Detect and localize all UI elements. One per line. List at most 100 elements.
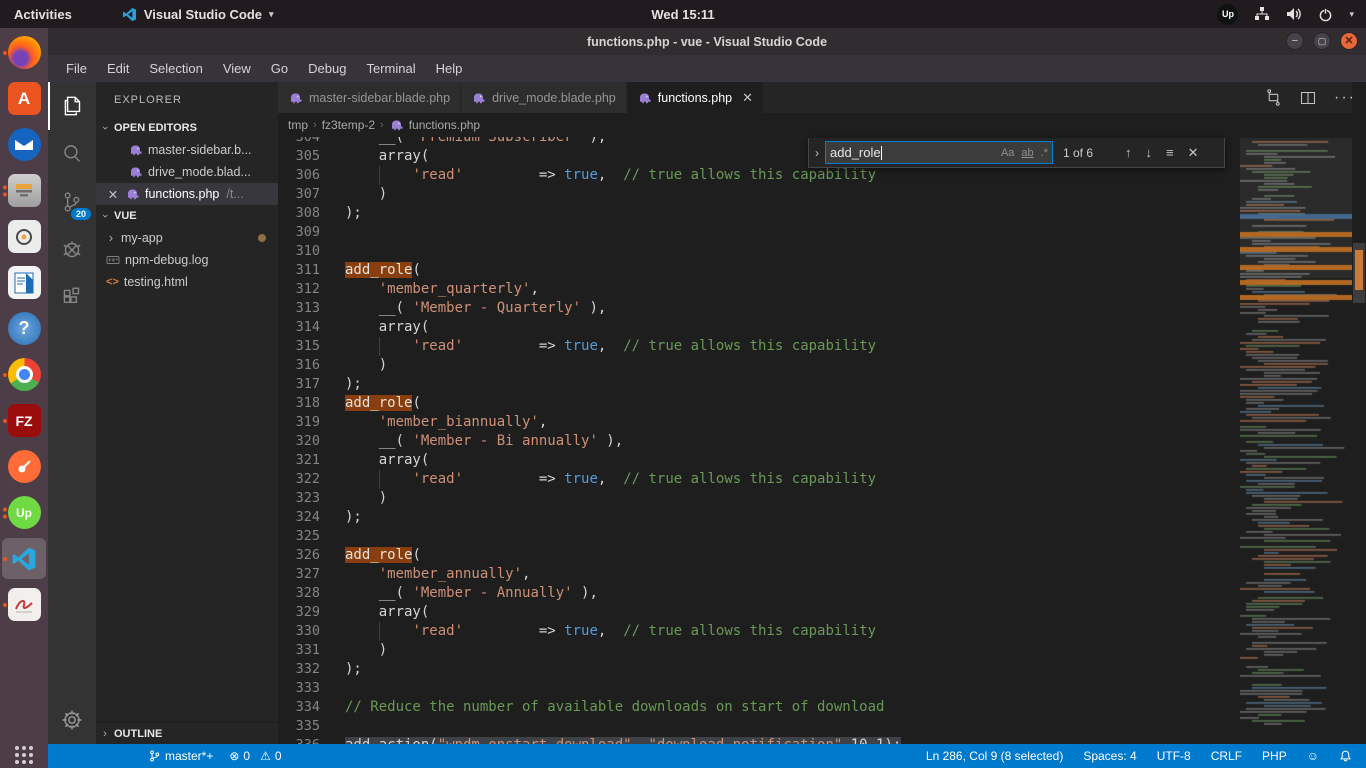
debug-icon[interactable] bbox=[48, 226, 96, 274]
find-in-selection-icon[interactable]: ≡ bbox=[1166, 145, 1174, 160]
code-line[interactable]: 321 array( bbox=[278, 451, 1240, 470]
code-line[interactable]: 330 'read' => true, // true allows this … bbox=[278, 622, 1240, 641]
breadcrumb-item-functions.php[interactable]: functions.php bbox=[409, 118, 480, 132]
feedback-smiley-icon[interactable]: ☺ bbox=[1307, 749, 1319, 763]
code-line[interactable]: 325 bbox=[278, 527, 1240, 546]
git-branch-item[interactable]: master*+ bbox=[148, 749, 213, 763]
language-item[interactable]: PHP bbox=[1262, 749, 1287, 763]
regex-icon[interactable]: .* bbox=[1041, 147, 1048, 159]
match-case-icon[interactable]: Aa bbox=[1001, 147, 1014, 159]
dock-vscode[interactable] bbox=[2, 538, 46, 579]
menu-debug[interactable]: Debug bbox=[298, 55, 356, 82]
show-applications-button[interactable] bbox=[0, 742, 48, 768]
outline-header[interactable]: › OUTLINE bbox=[96, 722, 278, 744]
code-line[interactable]: 316 ) bbox=[278, 356, 1240, 375]
tab-close-icon[interactable]: ✕ bbox=[742, 90, 753, 106]
next-match-icon[interactable]: ↓ bbox=[1146, 145, 1153, 160]
code-line[interactable]: 318add_role( bbox=[278, 394, 1240, 413]
minimize-button[interactable]: − bbox=[1286, 32, 1304, 50]
volume-tray-icon[interactable] bbox=[1286, 7, 1302, 21]
open-editor-master-sidebar.b...[interactable]: master-sidebar.b... bbox=[96, 139, 278, 161]
dock-thunderbird[interactable] bbox=[2, 124, 46, 165]
code-line[interactable]: 326add_role( bbox=[278, 546, 1240, 565]
menu-file[interactable]: File bbox=[56, 55, 97, 82]
power-tray-icon[interactable] bbox=[1318, 7, 1333, 22]
code-line[interactable]: 331 ) bbox=[278, 641, 1240, 660]
code-line[interactable]: 310 bbox=[278, 242, 1240, 261]
dock-upwork[interactable]: Up bbox=[2, 492, 46, 533]
close-editor-icon[interactable]: ✕ bbox=[106, 187, 120, 202]
code-line[interactable]: 327 'member_annually', bbox=[278, 565, 1240, 584]
system-menu-caret-icon[interactable]: ▾ bbox=[1349, 9, 1354, 20]
dock-filezilla[interactable]: FZ bbox=[2, 400, 46, 441]
code-line[interactable]: 311add_role( bbox=[278, 261, 1240, 280]
network-tray-icon[interactable] bbox=[1254, 7, 1270, 21]
code-line[interactable]: 319 'member_biannually', bbox=[278, 413, 1240, 432]
code-line[interactable]: 323 ) bbox=[278, 489, 1240, 508]
find-input[interactable]: add_role Aa ab .* bbox=[825, 141, 1053, 164]
tree-item-my-app[interactable]: ›my-app bbox=[96, 227, 278, 249]
open-editors-header[interactable]: › OPEN EDITORS bbox=[96, 117, 278, 139]
open-editor-functions.php[interactable]: ✕functions.php/t... bbox=[96, 183, 278, 205]
breadcrumb-item-tmp[interactable]: tmp bbox=[288, 118, 308, 132]
code-line[interactable]: 307 ) bbox=[278, 185, 1240, 204]
menu-view[interactable]: View bbox=[213, 55, 261, 82]
tab-master-sidebar.blade.php[interactable]: master-sidebar.blade.php bbox=[278, 82, 461, 113]
code-line[interactable]: 317); bbox=[278, 375, 1240, 394]
dock-sketch-app[interactable] bbox=[2, 584, 46, 625]
close-find-icon[interactable]: ✕ bbox=[1188, 145, 1199, 161]
dock-firefox[interactable] bbox=[2, 32, 46, 73]
menu-edit[interactable]: Edit bbox=[97, 55, 139, 82]
cursor-position-item[interactable]: Ln 286, Col 9 (8 selected) bbox=[926, 749, 1063, 763]
close-button[interactable]: ✕ bbox=[1340, 32, 1358, 50]
code-line[interactable]: 322 'read' => true, // true allows this … bbox=[278, 470, 1240, 489]
open-changes-icon[interactable] bbox=[1265, 89, 1282, 106]
code-line[interactable]: 333 bbox=[278, 679, 1240, 698]
breadcrumb-item-fz3temp-2[interactable]: fz3temp-2 bbox=[322, 118, 375, 132]
code-line[interactable]: 309 bbox=[278, 223, 1240, 242]
window-titlebar[interactable]: functions.php - vue - Visual Studio Code… bbox=[48, 28, 1366, 55]
minimap[interactable] bbox=[1240, 137, 1352, 744]
find-expand-icon[interactable]: › bbox=[809, 146, 825, 160]
breadcrumb[interactable]: tmp›fz3temp-2›functions.php bbox=[278, 113, 1240, 137]
menu-selection[interactable]: Selection bbox=[139, 55, 212, 82]
app-menu[interactable]: Visual Studio Code ▾ bbox=[122, 7, 274, 22]
whole-word-icon[interactable]: ab bbox=[1021, 147, 1033, 159]
split-editor-icon[interactable] bbox=[1300, 90, 1316, 106]
problems-item[interactable]: ⊗0 ⚠0 bbox=[229, 749, 281, 763]
explorer-icon[interactable] bbox=[48, 82, 96, 130]
tab-drive_mode.blade.php[interactable]: drive_mode.blade.php bbox=[461, 82, 627, 113]
tree-item-npm-debug.log[interactable]: npm-debug.log bbox=[96, 249, 278, 271]
project-section-header[interactable]: › VUE bbox=[96, 205, 278, 227]
notifications-bell-icon[interactable] bbox=[1339, 749, 1352, 763]
dock-files[interactable] bbox=[2, 170, 46, 211]
code-line[interactable]: 332); bbox=[278, 660, 1240, 679]
code-line[interactable]: 320 __( 'Member - Bi annually' ), bbox=[278, 432, 1240, 451]
open-editor-drive_mode.blad...[interactable]: drive_mode.blad... bbox=[96, 161, 278, 183]
tab-functions.php[interactable]: functions.php✕ bbox=[627, 82, 764, 113]
code-line[interactable]: 312 'member_quarterly', bbox=[278, 280, 1240, 299]
upwork-tray-icon[interactable]: Up bbox=[1217, 4, 1238, 25]
code-line[interactable]: 334// Reduce the number of available dow… bbox=[278, 698, 1240, 717]
dock-chrome[interactable] bbox=[2, 354, 46, 395]
tree-item-testing.html[interactable]: <>testing.html bbox=[96, 271, 278, 293]
code-line[interactable]: 308); bbox=[278, 204, 1240, 223]
code-line[interactable]: 315 'read' => true, // true allows this … bbox=[278, 337, 1240, 356]
code-line[interactable]: 329 array( bbox=[278, 603, 1240, 622]
dock-rhythmbox[interactable] bbox=[2, 216, 46, 257]
previous-match-icon[interactable]: ↑ bbox=[1125, 145, 1132, 160]
activities-button[interactable]: Activities bbox=[14, 7, 72, 22]
dock-help[interactable]: ? bbox=[2, 308, 46, 349]
scrollbar[interactable] bbox=[1352, 82, 1366, 744]
code-line[interactable]: 324); bbox=[278, 508, 1240, 527]
source-control-icon[interactable]: 20 bbox=[48, 178, 96, 226]
code-line[interactable]: 328 __( 'Member - Annually' ), bbox=[278, 584, 1240, 603]
code-line[interactable]: 313 __( 'Member - Quarterly' ), bbox=[278, 299, 1240, 318]
indentation-item[interactable]: Spaces: 4 bbox=[1083, 749, 1136, 763]
encoding-item[interactable]: UTF-8 bbox=[1157, 749, 1191, 763]
code-line[interactable]: 314 array( bbox=[278, 318, 1240, 337]
code-line[interactable]: 335 bbox=[278, 717, 1240, 736]
dock-libreoffice-writer[interactable] bbox=[2, 262, 46, 303]
code-line[interactable]: 306 'read' => true, // true allows this … bbox=[278, 166, 1240, 185]
dock-ubuntu-software[interactable]: A bbox=[2, 78, 46, 119]
